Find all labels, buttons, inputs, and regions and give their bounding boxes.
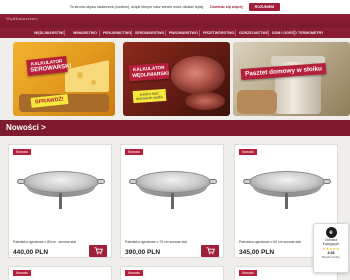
- product-name[interactable]: Palenisko ogrodowe o 70 cm surowa stal: [125, 240, 187, 244]
- nav-item-termometry[interactable]: TERMOMETRY: [298, 31, 323, 35]
- banner-meat-line2: WĘDLINIARSKI: [132, 70, 170, 80]
- nav-separator: [268, 30, 269, 36]
- nav-separator: [131, 30, 132, 36]
- fire-pit-handle: [129, 179, 137, 184]
- fire-pit-handle: [17, 179, 25, 184]
- cheese-illustration: [65, 60, 109, 92]
- cheese-hole: [77, 72, 83, 78]
- banner-meat-calculator[interactable]: KALKULATOR WĘDLINIARSKI przelicz ilość d…: [123, 42, 230, 116]
- nav-item-przetworstwo[interactable]: PRZETWÓRSTWO: [203, 31, 234, 35]
- nav-separator: [235, 30, 236, 36]
- new-products-header: Nowości >: [0, 120, 350, 136]
- section-title[interactable]: Nowości >: [6, 123, 46, 132]
- nav-separator: [99, 30, 100, 36]
- cookie-bar: Ta strona używa ciasteczek (cookies), dz…: [0, 0, 350, 14]
- meat-slice-illustration: [185, 92, 225, 110]
- new-badge: Nowość: [239, 149, 258, 155]
- cart-icon: [206, 247, 215, 255]
- cookie-accept-button[interactable]: ROZUMIEM: [248, 3, 281, 11]
- fire-pit-image[interactable]: [17, 171, 105, 211]
- nav-separator: [165, 30, 166, 36]
- promo-banners: KALKULATOR SEROWARSKI SPRAWDŹ! KALKULATO…: [0, 38, 350, 120]
- product-grid: Nowość Palenisko ogrodowe o 80cm - surow…: [0, 136, 350, 280]
- main-nav: WĘDLINIARSTWO WINIARSTWO PIEKARNICTWO SE…: [0, 28, 350, 38]
- add-to-cart-button[interactable]: [201, 245, 219, 257]
- nav-item-wedliniarstwo[interactable]: WĘDLINIARSTWO: [34, 31, 65, 35]
- new-badge: Nowość: [125, 270, 144, 276]
- cookie-more-link[interactable]: Dowiedz się więcej: [210, 5, 242, 9]
- product-card[interactable]: Nowość: [120, 266, 224, 280]
- nav-item-piwowarstwo[interactable]: PIWOWARSTWO: [169, 31, 198, 35]
- product-price: 390,00 PLN: [125, 249, 161, 256]
- fire-pit-handle: [209, 179, 217, 184]
- product-name[interactable]: Palenisko ogrodowe o 60 cm surowa stal: [239, 240, 301, 244]
- new-badge: Nowość: [13, 270, 32, 276]
- add-to-cart-button[interactable]: [89, 245, 107, 257]
- product-price: 345,00 PLN: [239, 249, 275, 256]
- trust-title: Ochrona Kupujących: [323, 238, 339, 247]
- banner-meat-subtitle: przelicz ilość domowych wędlin: [132, 88, 167, 104]
- nav-separator: [199, 30, 200, 36]
- cart-icon: [94, 247, 103, 255]
- trust-seal-icon: e: [325, 227, 337, 238]
- fire-pit-rim: [23, 171, 99, 193]
- fire-pit-handle: [97, 179, 105, 184]
- fire-pit-leg: [285, 193, 288, 209]
- cheese-hole: [91, 80, 96, 85]
- fire-pit-image[interactable]: [129, 171, 217, 211]
- product-card[interactable]: Nowość Palenisko ogrodowe o 70 cm surowa…: [120, 144, 224, 258]
- banner-cheese-calculator[interactable]: KALKULATOR SEROWARSKI SPRAWDŹ!: [13, 42, 115, 116]
- nav-item-winiarstwo[interactable]: WINIARSTWO: [73, 31, 97, 35]
- nav-item-piekarnictwo[interactable]: PIEKARNICTWO: [103, 31, 131, 35]
- new-badge: Nowość: [13, 149, 32, 155]
- nav-item-gorzelnictwo[interactable]: GORZELNICTWO: [239, 31, 269, 35]
- fire-pit-handle: [323, 179, 331, 184]
- fire-pit-leg: [171, 193, 174, 209]
- new-badge: Nowość: [239, 270, 258, 276]
- product-price: 440,00 PLN: [13, 249, 49, 256]
- fire-pit-image[interactable]: [243, 171, 331, 211]
- bread-illustration: [237, 90, 277, 114]
- fire-pit-leg: [59, 193, 62, 209]
- meat-illustration: [171, 56, 225, 94]
- site-logo[interactable]: Wędliniarstwo: [6, 16, 38, 21]
- product-card[interactable]: Nowość: [8, 266, 112, 280]
- fire-pit-rim: [135, 171, 211, 193]
- fire-pit-handle: [243, 179, 251, 184]
- product-name[interactable]: Palenisko ogrodowe o 80cm - surowa stal: [13, 240, 76, 244]
- site-header: Wędliniarstwo: [0, 14, 350, 28]
- buyer-protection-badge[interactable]: e Ochrona Kupujących ★★★★★ 4.93 Bardzo d…: [313, 223, 349, 273]
- nav-separator: [64, 30, 65, 36]
- nav-separator: [294, 30, 295, 36]
- banner-cheese-sign: KALKULATOR SEROWARSKI: [26, 55, 72, 77]
- rating-label: Bardzo dobry: [322, 254, 340, 259]
- cookie-text: Ta strona używa ciasteczek (cookies), dz…: [69, 5, 205, 9]
- banner-pate-jar[interactable]: Pasztet domowy w słoiku: [233, 42, 350, 116]
- banner-meat-sub2: domowych wędlin: [136, 95, 164, 101]
- nav-item-serowarstwo[interactable]: SEROWARSTWO: [135, 31, 164, 35]
- new-badge: Nowość: [125, 149, 144, 155]
- banner-meat-sign: KALKULATOR WĘDLINIARSKI: [128, 62, 170, 82]
- fire-pit-rim: [249, 171, 325, 193]
- product-card[interactable]: Nowość Palenisko ogrodowe o 80cm - surow…: [8, 144, 112, 258]
